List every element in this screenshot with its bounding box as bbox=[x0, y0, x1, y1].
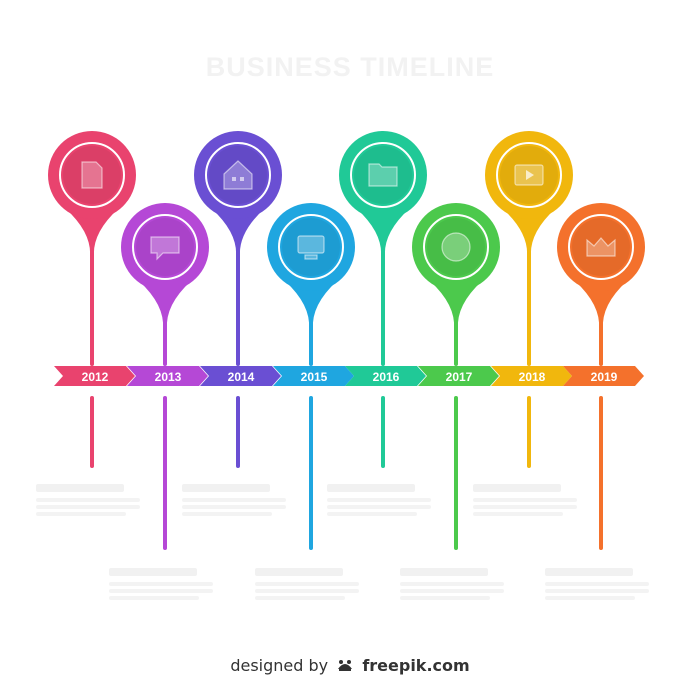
timeline-step-2016: 2016 bbox=[327, 131, 431, 516]
timeline-step-2018: 2018 bbox=[473, 131, 577, 516]
year-label: 2018 bbox=[519, 370, 546, 384]
placeholder-text-block bbox=[36, 484, 140, 516]
watermark: designed by freepik.com bbox=[0, 656, 700, 675]
timeline-step-2012: 2012 bbox=[36, 131, 140, 516]
timeline-step-2017: 2017 bbox=[400, 203, 504, 600]
lower-stem bbox=[163, 396, 167, 550]
year-label: 2019 bbox=[591, 370, 618, 384]
year-label: 2017 bbox=[446, 370, 473, 384]
year-label: 2016 bbox=[373, 370, 400, 384]
placeholder-text-block bbox=[327, 484, 431, 516]
lower-stem bbox=[236, 396, 240, 468]
lower-stem bbox=[454, 396, 458, 550]
watermark-prefix: designed by bbox=[230, 656, 329, 675]
lower-stem bbox=[309, 396, 313, 550]
timeline-step-2013: 2013 bbox=[109, 203, 213, 600]
timeline-step-2015: 2015 bbox=[255, 203, 359, 600]
placeholder-text-block bbox=[400, 568, 504, 600]
timeline-step-2019: 2019 bbox=[545, 203, 649, 600]
placeholder-text-block bbox=[545, 568, 649, 600]
placeholder-text-block bbox=[473, 484, 577, 516]
year-label: 2015 bbox=[301, 370, 328, 384]
year-label: 2012 bbox=[82, 370, 109, 384]
document-icon bbox=[81, 161, 103, 189]
folder-icon bbox=[368, 163, 398, 187]
lower-stem bbox=[599, 396, 603, 550]
placeholder-text-block bbox=[109, 568, 213, 600]
placeholder-text-block bbox=[255, 568, 359, 600]
freepik-logo-icon bbox=[338, 660, 353, 671]
timeline-diagram: 2012 2013 2014 2015 2016 2017 2018 2019 bbox=[36, 131, 649, 600]
globe-icon bbox=[441, 232, 471, 262]
placeholder-text-block bbox=[182, 484, 286, 516]
watermark-brand: freepik.com bbox=[362, 656, 470, 675]
lower-stem bbox=[381, 396, 385, 468]
lower-stem bbox=[90, 396, 94, 468]
year-label: 2014 bbox=[228, 370, 255, 384]
timeline-step-2014: 2014 bbox=[182, 131, 286, 516]
year-label: 2013 bbox=[155, 370, 182, 384]
play-video-icon bbox=[514, 164, 544, 186]
lower-stem bbox=[527, 396, 531, 468]
